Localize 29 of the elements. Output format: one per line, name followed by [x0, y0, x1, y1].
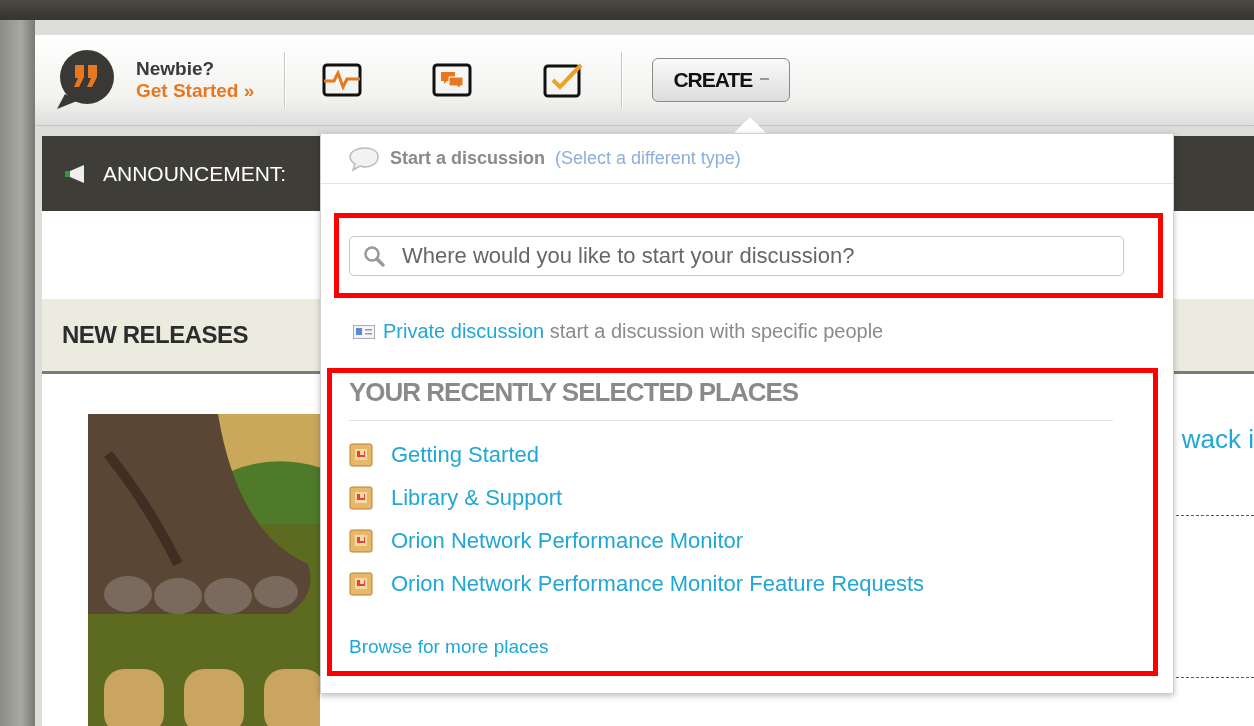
place-icon	[349, 529, 373, 553]
caret-icon	[760, 78, 770, 82]
speech-bubble-logo-icon	[55, 49, 117, 111]
place-icon	[349, 443, 373, 467]
place-link[interactable]: Orion Network Performance Monitor	[391, 529, 744, 553]
search-input[interactable]: Where would you like to start your discussion?	[400, 241, 1123, 270]
browse-places-link[interactable]: Browse for more places	[349, 636, 549, 658]
place-icon	[349, 572, 373, 596]
place-icon	[349, 486, 373, 510]
change-type-link[interactable]: (Select a different type)	[555, 148, 741, 169]
get-started-link[interactable]: Get Started »	[136, 80, 255, 102]
recent-places-heading: YOUR RECENTLY SELECTED PLACES	[349, 377, 1113, 421]
place-link[interactable]: Orion Network Performance Monitor Feature Requests	[391, 572, 925, 596]
activity-icon[interactable]	[321, 62, 364, 98]
newbie-label: Newbie?	[136, 58, 216, 80]
discussion-type-label: Start a discussion	[390, 148, 546, 169]
private-discussion-text: Private discussion start a discussion with specific people	[383, 320, 884, 343]
place-link[interactable]: Getting Started	[391, 443, 539, 467]
contact-card-icon	[353, 324, 375, 339]
search-icon	[362, 243, 386, 268]
create-button[interactable]: CREATE	[652, 58, 791, 102]
article-link[interactable]: wack i	[1181, 424, 1254, 455]
place-link[interactable]: Library & Support	[391, 486, 563, 510]
speech-bubble-icon	[348, 145, 380, 172]
private-discussion-link[interactable]: Private discussion	[383, 320, 545, 342]
announcement-label: ANNOUNCEMENT:	[103, 161, 287, 186]
section-title: NEW RELEASES	[62, 321, 249, 349]
place-search-field[interactable]: Where would you like to start your discussion?	[349, 235, 1124, 276]
discussions-icon[interactable]	[431, 62, 474, 98]
